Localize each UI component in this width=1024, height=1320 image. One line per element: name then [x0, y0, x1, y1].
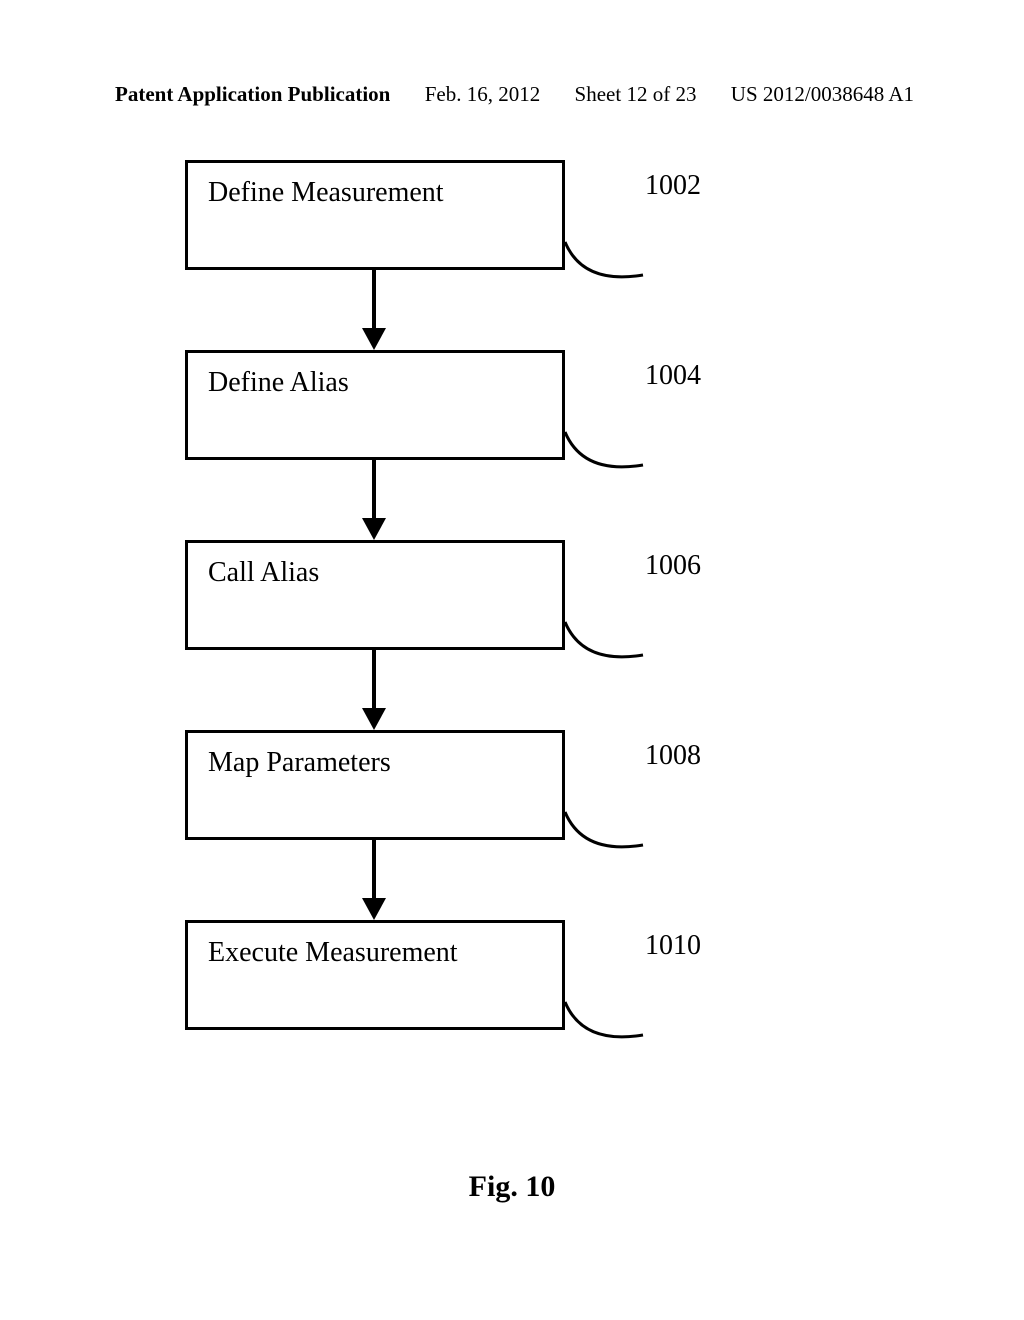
flowchart: Define Measurement 1002 Define Alias 100…	[185, 160, 885, 1030]
flowchart-box: Execute Measurement	[185, 920, 565, 1030]
reference-number: 1006	[645, 550, 701, 582]
flowchart-step: Map Parameters 1008	[185, 730, 885, 840]
reference-number: 1002	[645, 170, 701, 202]
sheet-number: Sheet 12 of 23	[575, 82, 697, 107]
arrow-line	[372, 460, 376, 522]
arrow-line	[372, 270, 376, 332]
arrow-head-icon	[362, 898, 386, 920]
figure-caption: Fig. 10	[0, 1170, 1024, 1204]
reference-number: 1004	[645, 360, 701, 392]
arrow-head-icon	[362, 328, 386, 350]
flowchart-step-label: Define Measurement	[208, 177, 444, 208]
publication-date: Feb. 16, 2012	[425, 82, 541, 107]
flowchart-step: Execute Measurement 1010	[185, 920, 885, 1030]
arrow-line	[372, 840, 376, 902]
publication-number: US 2012/0038648 A1	[731, 82, 914, 107]
reference-number: 1008	[645, 740, 701, 772]
flowchart-box: Call Alias	[185, 540, 565, 650]
reference-connector	[563, 620, 683, 670]
reference-connector	[563, 430, 683, 480]
flowchart-box: Define Measurement	[185, 160, 565, 270]
flowchart-box: Define Alias	[185, 350, 565, 460]
reference-connector	[563, 1000, 683, 1050]
flowchart-box: Map Parameters	[185, 730, 565, 840]
flowchart-arrow	[185, 840, 565, 920]
reference-number: 1010	[645, 930, 701, 962]
arrow-head-icon	[362, 708, 386, 730]
flowchart-step: Define Alias 1004	[185, 350, 885, 460]
flowchart-step-label: Execute Measurement	[208, 937, 458, 968]
flowchart-step-label: Map Parameters	[208, 747, 391, 778]
flowchart-arrow	[185, 270, 565, 350]
flowchart-arrow	[185, 460, 565, 540]
flowchart-arrow	[185, 650, 565, 730]
reference-connector	[563, 240, 683, 290]
publication-type: Patent Application Publication	[115, 82, 390, 107]
page-header: Patent Application Publication Feb. 16, …	[0, 82, 1024, 107]
flowchart-step: Call Alias 1006	[185, 540, 885, 650]
flowchart-step-label: Define Alias	[208, 367, 349, 398]
arrow-head-icon	[362, 518, 386, 540]
flowchart-step: Define Measurement 1002	[185, 160, 885, 270]
flowchart-step-label: Call Alias	[208, 557, 319, 588]
arrow-line	[372, 650, 376, 712]
reference-connector	[563, 810, 683, 860]
